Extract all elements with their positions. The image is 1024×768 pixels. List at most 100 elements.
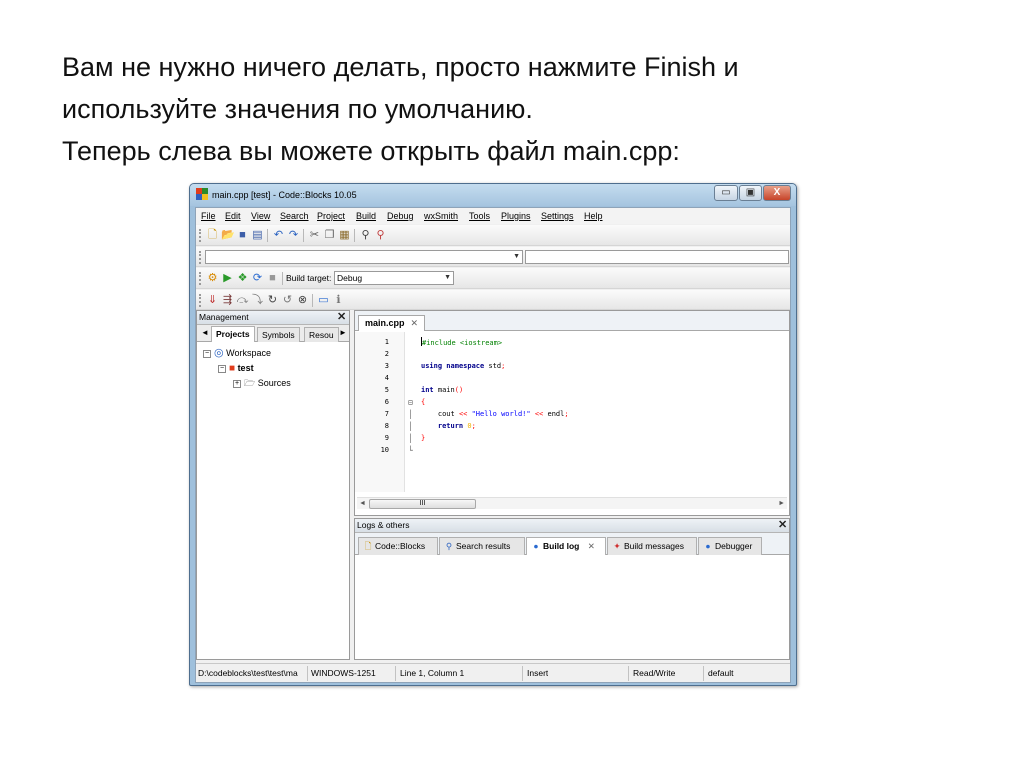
status-cursor-position: Line 1, Column 1 [400,668,465,678]
toolbar-grip[interactable] [199,294,201,307]
menu-edit[interactable]: Edit [225,211,241,221]
tree-project-test[interactable]: − ■ test [218,361,254,375]
toolbar-separator [354,229,355,242]
menu-tools[interactable]: Tools [469,211,490,221]
cut-icon[interactable]: ✂ [308,229,321,242]
tab-build-messages-label: Build messages [624,541,685,551]
build-target-label: Build target: [286,273,332,283]
menu-file[interactable]: File [201,211,216,221]
close-button[interactable]: X [763,185,791,201]
step-into-icon[interactable]: ⤵ [251,294,264,307]
next-instruction-icon[interactable]: ↺ [281,294,294,307]
menu-debug[interactable]: Debug [387,211,414,221]
tab-projects[interactable]: Projects [211,326,255,342]
status-encoding: WINDOWS-1251 [311,668,376,678]
undo-icon[interactable]: ↶ [272,229,285,242]
fold-end: └ [408,446,413,455]
tab-codeblocks-label: Code::Blocks [375,541,426,551]
scroll-left-icon[interactable]: ◄ [359,498,366,510]
save-all-icon[interactable]: ▤ [251,229,264,242]
step-out-icon[interactable]: ↻ [266,294,279,307]
scroll-left-icon[interactable]: ◄ [201,328,209,337]
title-bar[interactable]: main.cpp [test] - Code::Blocks 10.05 ▭ ▣… [190,184,796,206]
debugger-toolbar: ⇓ ⇶ ⤼ ⤵ ↻ ↺ ⊗ ▭ ℹ [196,290,790,310]
tab-codeblocks-log[interactable]: 🗋 Code::Blocks [358,537,438,555]
tree-folder-sources[interactable]: + 🗁 Sources [233,376,291,390]
collapse-icon[interactable]: − [218,365,226,373]
menu-wxsmith[interactable]: wxSmith [424,211,458,221]
scrollbar-thumb[interactable]: III [369,499,476,509]
menu-project[interactable]: Project [317,211,345,221]
toolbar-grip[interactable] [199,229,201,242]
open-folder-icon[interactable]: 📂 [221,229,235,242]
maximize-button[interactable]: ▣ [739,185,762,201]
build-target-select[interactable]: Debug ▼ [334,271,454,285]
replace-icon[interactable]: ⚲ [374,229,387,242]
menu-plugins[interactable]: Plugins [501,211,531,221]
menu-view[interactable]: View [251,211,270,221]
tab-symbols[interactable]: Symbols [257,327,300,342]
tab-search-results[interactable]: ⚲ Search results [439,537,525,555]
debug-info-icon[interactable]: ℹ [332,294,345,307]
expand-icon[interactable]: + [233,380,241,388]
close-icon[interactable]: ✕ [337,311,346,324]
scroll-right-icon[interactable]: ► [339,328,347,337]
rebuild-icon[interactable]: ⟳ [251,272,264,285]
folder-label: Sources [257,378,291,388]
log-output-area[interactable] [355,556,789,659]
menu-search[interactable]: Search [280,211,309,221]
fold-line: │ [408,422,413,431]
next-line-icon[interactable]: ⤼ [236,294,249,307]
menu-build[interactable]: Build [356,211,376,221]
cog-icon: ● [533,541,539,551]
horizontal-scrollbar[interactable]: ◄ III ► [357,497,787,509]
fold-line: │ [408,434,413,443]
minimize-button[interactable]: ▭ [714,185,738,201]
close-icon[interactable]: ✕ [411,318,419,328]
tab-build-log[interactable]: ● Build log ✕ [526,537,606,555]
toolbar-grip[interactable] [199,272,201,285]
fold-collapse-icon[interactable]: ⊟ [408,397,413,408]
debug-windows-icon[interactable]: ▭ [317,294,330,307]
menu-settings[interactable]: Settings [541,211,574,221]
status-language: default [708,668,734,678]
close-icon[interactable]: ✕ [588,541,595,551]
tab-build-messages[interactable]: ✦ Build messages [607,537,697,555]
save-icon[interactable]: ■ [236,229,249,242]
pin-icon: ✦ [613,541,621,551]
tab-main-cpp[interactable]: main.cpp ✕ [358,315,426,331]
redo-icon[interactable]: ↷ [287,229,300,242]
toolbar-grip[interactable] [199,251,201,264]
debug-start-icon[interactable]: ⇓ [206,294,219,307]
status-insert-mode: Insert [527,668,549,678]
workspace-icon: ◎ [214,347,224,359]
tab-main-cpp-label: main.cpp [365,318,405,328]
find-icon[interactable]: ⚲ [359,229,372,242]
run-to-cursor-icon[interactable]: ⇶ [221,294,234,307]
tree-workspace[interactable]: − ◎ Workspace [203,346,271,360]
close-icon[interactable]: ✕ [778,519,787,532]
copy-icon[interactable]: ❐ [323,229,336,242]
menu-help[interactable]: Help [584,211,603,221]
function-combo[interactable] [525,250,789,264]
tab-resources[interactable]: Resou [304,327,339,342]
line-number: 8 [384,422,389,430]
build-gear-icon[interactable]: ⚙ [206,272,219,285]
code-line-7: cout << "Hello world!" << endl; [421,410,569,418]
logs-title: Logs & others [357,520,410,530]
new-file-icon[interactable]: 🗋 [206,229,219,242]
logs-panel: Logs & others ✕ 🗋 Code::Blocks ⚲ Search re… [354,518,790,660]
code-line-3: using namespace std; [421,362,506,370]
line-number-gutter: 1 2 3 4 5 6 7 8 9 10 [355,332,405,492]
collapse-icon[interactable]: − [203,350,211,358]
abort-icon[interactable]: ■ [266,272,279,285]
scope-combo[interactable]: ▼ [205,250,523,264]
tab-debugger[interactable]: ● Debugger [698,537,762,555]
run-icon[interactable]: ▶ [221,272,234,285]
management-header: Management ✕ [197,311,349,325]
build-and-run-icon[interactable]: ❖ [236,272,249,285]
stop-debugger-icon[interactable]: ⊗ [296,294,309,307]
scroll-right-icon[interactable]: ► [778,498,785,510]
paste-icon[interactable]: ▦ [338,229,351,242]
compiler-toolbar: ⚙ ▶ ❖ ⟳ ■ Build target: Debug ▼ [196,268,790,289]
